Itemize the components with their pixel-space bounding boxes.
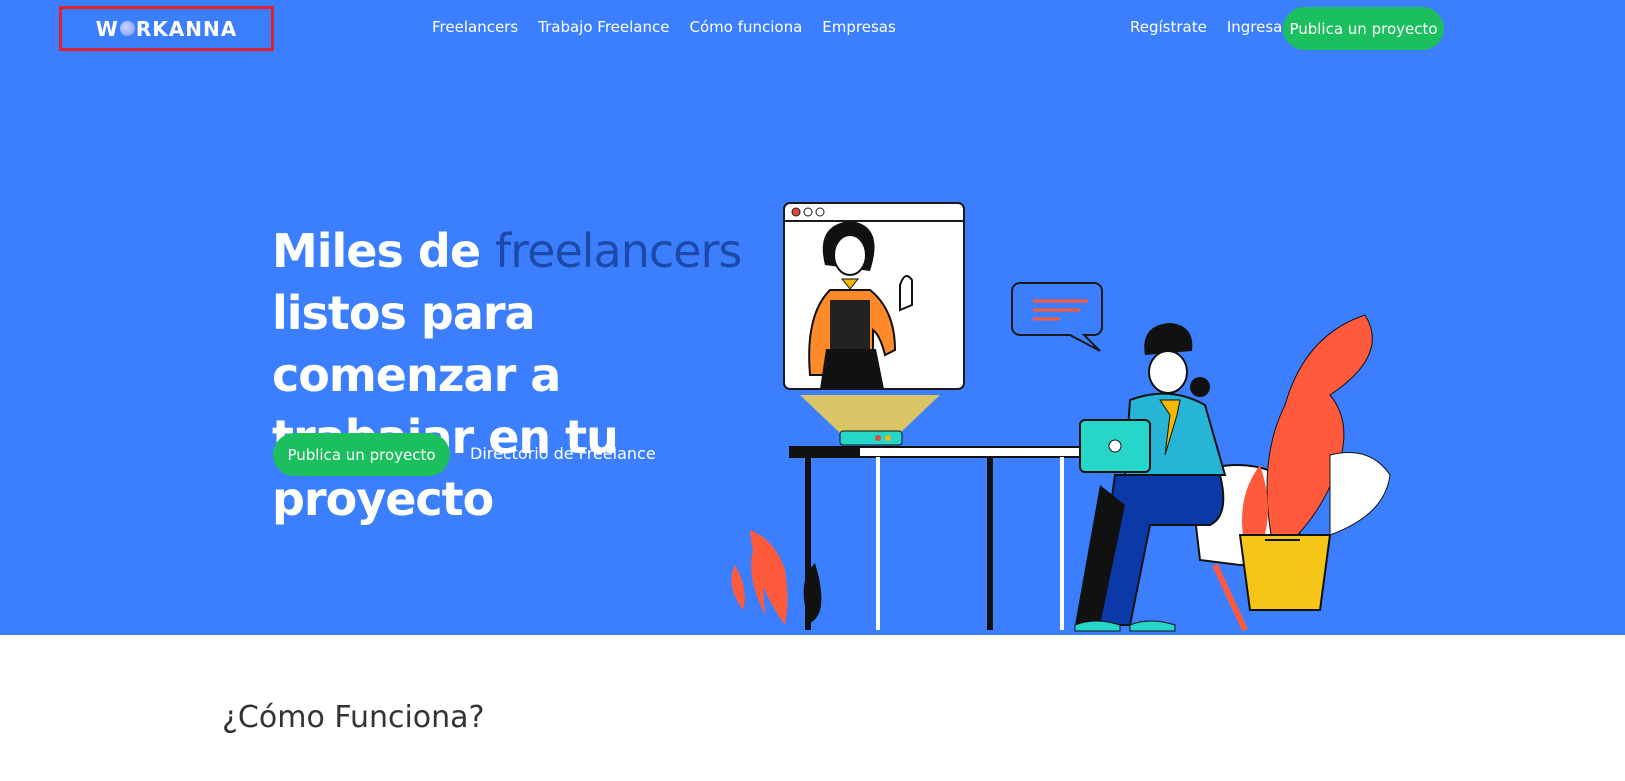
nav-freelancers[interactable]: Freelancers [432, 18, 518, 36]
video-call-window-icon [783, 202, 965, 390]
auth-links: Regístrate Ingresa [1130, 18, 1282, 36]
logo-globe-icon [119, 21, 135, 36]
post-project-button-hero[interactable]: Publica un proyecto [273, 433, 450, 476]
login-link[interactable]: Ingresa [1227, 18, 1283, 36]
nav-empresas[interactable]: Empresas [822, 18, 896, 36]
logo-text-suffix: RKANNA [135, 16, 238, 41]
headline-prefix: Miles de [272, 224, 496, 278]
main-nav: Freelancers Trabajo Freelance Cómo funci… [432, 18, 896, 36]
freelance-directory-link[interactable]: Directorio de Freelance [470, 444, 656, 463]
hero-section: W RKANNA Freelancers Trabajo Freelance C… [0, 0, 1625, 635]
chat-bubble-icon [1011, 282, 1103, 352]
logo-text-prefix: W [95, 16, 119, 41]
workanna-logo[interactable]: W RKANNA [96, 17, 237, 41]
post-project-button-header[interactable]: Publica un proyecto [1283, 7, 1444, 50]
woman-with-laptop-illustration [1074, 323, 1227, 632]
logo-highlight-frame[interactable]: W RKANNA [59, 6, 274, 51]
nav-como-funciona[interactable]: Cómo funciona [689, 18, 802, 36]
how-it-works-title: ¿Cómo Funciona? [222, 700, 485, 735]
register-link[interactable]: Regístrate [1130, 18, 1207, 36]
hero-illustration [731, 202, 1391, 632]
nav-trabajo-freelance[interactable]: Trabajo Freelance [538, 18, 669, 36]
potted-plant-icon [1238, 314, 1391, 611]
